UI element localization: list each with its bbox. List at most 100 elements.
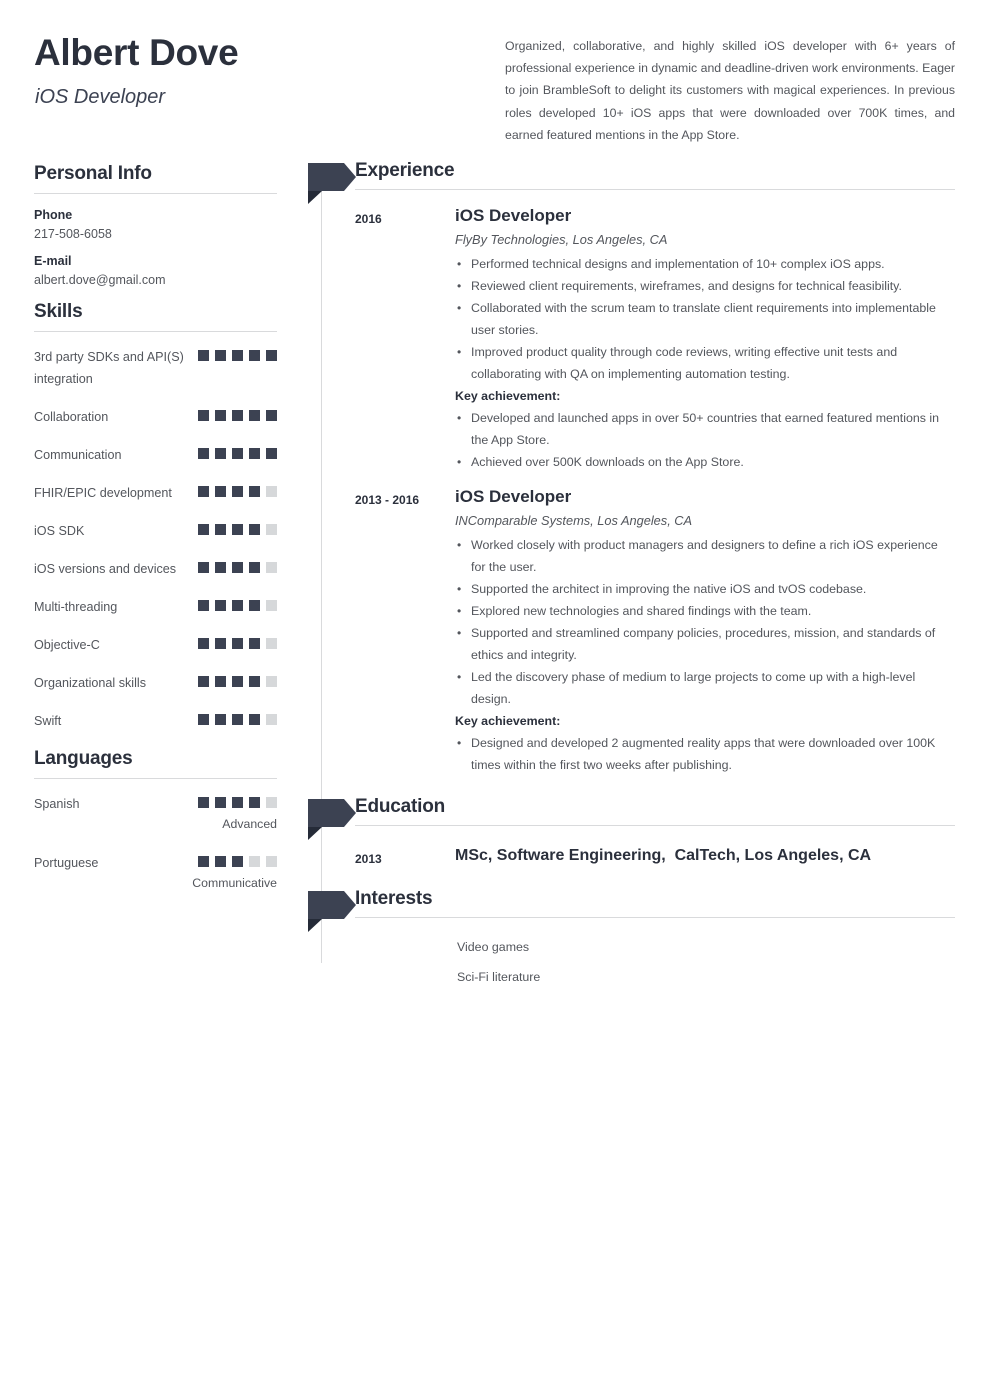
divider xyxy=(355,825,955,826)
achievement-bullet: Developed and launched apps in over 50+ … xyxy=(455,407,955,451)
entry-body: iOS Developer INComparable Systems, Los A… xyxy=(455,487,961,776)
skill-rating xyxy=(198,406,277,421)
language-row: Spanish Advanced xyxy=(34,793,277,831)
experience-bullet: Led the discovery phase of medium to lar… xyxy=(455,666,955,710)
skill-rating xyxy=(198,634,277,649)
language-level-note: Communicative xyxy=(192,876,277,890)
rating-square xyxy=(249,676,260,687)
skill-label: 3rd party SDKs and API(S) integration xyxy=(34,350,184,386)
rating-square xyxy=(232,524,243,535)
rating-square xyxy=(249,638,260,649)
rating-square xyxy=(215,562,226,573)
rating-square xyxy=(266,676,277,687)
skill-row: Communication xyxy=(34,444,277,466)
rating-squares xyxy=(198,448,277,459)
contact-list: Phone 217-508-6058 E-mail albert.dove@gmail… xyxy=(34,208,277,287)
rating-square xyxy=(266,448,277,459)
skill-label: Communication xyxy=(34,448,122,462)
rating-squares xyxy=(198,524,277,535)
experience-entry: 2016 iOS Developer FlyBy Technologies, Los… xyxy=(321,206,961,473)
rating-squares xyxy=(198,797,277,808)
rating-square xyxy=(232,350,243,361)
language-rating: Communicative xyxy=(192,852,277,890)
rating-squares xyxy=(198,562,277,573)
interests-list: Video games Sci-Fi literature xyxy=(321,928,961,988)
personal-info-heading: Personal Info xyxy=(34,163,152,184)
skill-label: Objective-C xyxy=(34,638,100,652)
experience-bullet: Supported the architect in improving the… xyxy=(455,578,955,600)
rating-square xyxy=(215,676,226,687)
page-title: Albert Dove xyxy=(34,32,239,73)
rating-square xyxy=(249,350,260,361)
rating-square xyxy=(249,524,260,535)
main-column: Experience 2016 iOS Developer FlyBy Techno… xyxy=(308,160,961,996)
skill-row: Multi-threading xyxy=(34,596,277,618)
key-achievement-label: Key achievement: xyxy=(455,714,561,728)
language-rating: Advanced xyxy=(198,793,277,831)
skill-row: Collaboration xyxy=(34,406,277,428)
personal-info-section: Personal Info Phone 217-508-6058 E-mail alb… xyxy=(34,163,277,287)
skills-list: 3rd party SDKs and API(S) integration Col… xyxy=(34,346,277,732)
entry-bullets: Performed technical designs and implemen… xyxy=(455,253,955,385)
rating-square xyxy=(215,410,226,421)
rating-square xyxy=(266,486,277,497)
language-label: Spanish xyxy=(34,797,80,811)
skill-row: Objective-C xyxy=(34,634,277,656)
rating-square xyxy=(249,856,260,867)
ribbon-marker-icon xyxy=(308,163,356,204)
resume-page: Albert Dove iOS Developer Organized, col… xyxy=(0,0,990,1400)
rating-square xyxy=(215,600,226,611)
entry-date: 2013 - 2016 xyxy=(355,493,420,507)
language-label: Portuguese xyxy=(34,856,99,870)
rating-squares xyxy=(198,486,277,497)
experience-heading: Experience xyxy=(355,160,455,181)
entry-achievements: Designed and developed 2 augmented reali… xyxy=(455,732,955,776)
contact-value: albert.dove@gmail.com xyxy=(34,273,166,287)
skill-label: Multi-threading xyxy=(34,600,118,614)
rating-square xyxy=(198,410,209,421)
entry-date: 2016 xyxy=(355,212,382,226)
rating-square xyxy=(266,714,277,725)
skills-heading: Skills xyxy=(34,301,83,322)
rating-squares xyxy=(198,410,277,421)
key-achievement-label: Key achievement: xyxy=(455,389,561,403)
ribbon-marker-icon xyxy=(308,891,356,932)
rating-square xyxy=(198,856,209,867)
divider xyxy=(355,917,955,918)
rating-squares xyxy=(198,350,277,361)
experience-bullet: Worked closely with product managers and… xyxy=(455,534,955,578)
resume-header: Albert Dove iOS Developer Organized, col… xyxy=(0,0,990,150)
interest-item: Sci-Fi literature xyxy=(457,970,541,984)
language-row: Portuguese Communicative xyxy=(34,852,277,890)
experience-bullet: Improved product quality through code re… xyxy=(455,341,955,385)
rating-square xyxy=(249,600,260,611)
rating-square xyxy=(266,410,277,421)
skill-label: Collaboration xyxy=(34,410,109,424)
rating-square xyxy=(198,797,209,808)
achievement-bullet: Achieved over 500K downloads on the App … xyxy=(455,451,955,473)
rating-square xyxy=(266,562,277,573)
skill-label: iOS SDK xyxy=(34,524,85,538)
entry-role: iOS Developer xyxy=(455,487,572,506)
rating-square xyxy=(266,856,277,867)
languages-heading: Languages xyxy=(34,748,133,769)
interests-header: Interests xyxy=(308,888,961,932)
languages-list: Spanish Advanced Portuguese Communicative xyxy=(34,793,277,890)
rating-square xyxy=(215,524,226,535)
skill-rating xyxy=(198,482,277,497)
experience-header: Experience xyxy=(308,160,961,204)
rating-square xyxy=(232,448,243,459)
interests-section: Interests Video games Sci-Fi literature xyxy=(308,888,961,988)
ribbon-marker-icon xyxy=(308,799,356,840)
rating-square xyxy=(198,524,209,535)
rating-square xyxy=(266,600,277,611)
rating-square xyxy=(249,797,260,808)
rating-square xyxy=(249,562,260,573)
sidebar: Personal Info Phone 217-508-6058 E-mail alb… xyxy=(34,163,277,911)
skill-row: iOS SDK xyxy=(34,520,277,542)
contact-value: 217-508-6058 xyxy=(34,227,112,241)
skills-section: Skills 3rd party SDKs and API(S) integra… xyxy=(34,301,277,732)
skill-label: FHIR/EPIC development xyxy=(34,486,172,500)
rating-square xyxy=(198,448,209,459)
skill-rating xyxy=(198,444,277,459)
